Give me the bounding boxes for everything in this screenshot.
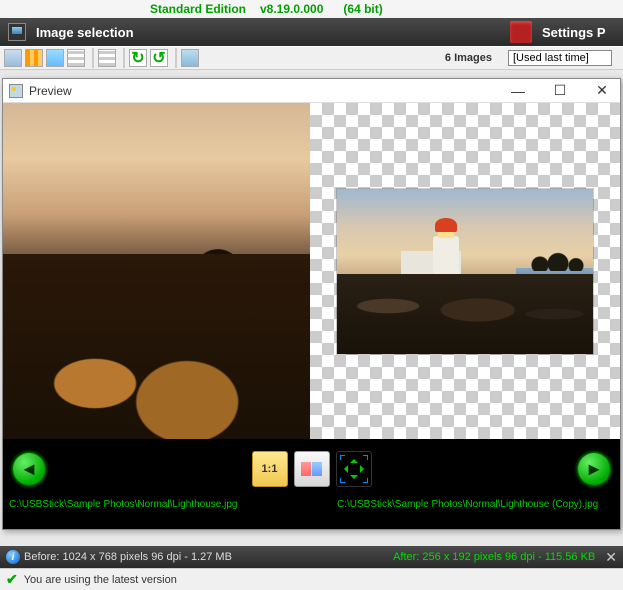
section-bar: Image selection Settings P [0, 18, 623, 46]
preview-after-pane[interactable] [310, 103, 620, 439]
maximize-button[interactable]: ☐ [548, 82, 572, 100]
toolbar-separator [175, 48, 177, 68]
view-thumb-button[interactable] [46, 49, 64, 67]
preview-window: Preview ― ☐ ✕ [2, 78, 621, 530]
info-bar: i Before: 1024 x 768 pixels 96 dpi - 1.2… [0, 546, 623, 568]
before-path: C:\USBStick\Sample Photos\Normal\Lightho… [9, 499, 337, 510]
zoom-1to1-button[interactable]: 1:1 [252, 451, 288, 487]
status-bar: ✔ You are using the latest version [0, 568, 623, 590]
toolbar-separator [123, 48, 125, 68]
settings-icon [510, 21, 532, 43]
preview-body [3, 103, 620, 439]
preview-before-pane[interactable] [3, 103, 310, 439]
image-count-label: 6 Images [445, 52, 492, 64]
preset-dropdown[interactable]: [Used last time] [508, 50, 612, 66]
fullscreen-button[interactable] [336, 451, 372, 487]
arrow-left-icon: ◄ [20, 459, 38, 480]
bits-label: (64 bit) [343, 2, 382, 16]
minimize-button[interactable]: ― [506, 82, 530, 100]
info-close-button[interactable]: ✕ [605, 549, 617, 566]
before-info: Before: 1024 x 768 pixels 96 dpi - 1.27 … [24, 551, 232, 563]
image-selection-icon [8, 23, 26, 41]
refresh-button[interactable]: ↻ [129, 49, 147, 67]
toolbar: ↻ ↺ 6 Images [Used last time] [0, 46, 623, 70]
info-icon: i [6, 550, 20, 564]
undo-icon: ↺ [152, 48, 165, 68]
status-message: You are using the latest version [24, 574, 177, 586]
version-label: v8.19.0.000 [260, 2, 323, 16]
check-icon: ✔ [6, 571, 18, 588]
close-button[interactable]: ✕ [590, 82, 614, 100]
preview-titlebar[interactable]: Preview ― ☐ ✕ [3, 79, 620, 103]
preview-controls: ◄ 1:1 ► [3, 439, 620, 499]
preview-title: Preview [29, 84, 72, 98]
zoom-button[interactable] [181, 49, 199, 67]
edition-label: Standard Edition [150, 2, 246, 16]
after-info: After: 256 x 192 pixels 96 dpi - 115.56 … [393, 551, 595, 563]
ratio-label: 1:1 [262, 463, 278, 475]
prev-image-button[interactable]: ◄ [13, 453, 45, 485]
refresh-icon: ↻ [131, 48, 144, 68]
undo-button[interactable]: ↺ [150, 49, 168, 67]
view-details-button[interactable] [98, 49, 116, 67]
preview-window-icon [9, 84, 23, 98]
view-grid-button[interactable] [25, 49, 43, 67]
before-image [3, 103, 310, 439]
view-list-button[interactable] [67, 49, 85, 67]
swap-icon [301, 462, 322, 476]
view-single-button[interactable] [4, 49, 22, 67]
next-image-button[interactable]: ► [578, 453, 610, 485]
file-paths: C:\USBStick\Sample Photos\Normal\Lightho… [3, 499, 620, 529]
after-image [337, 189, 593, 354]
settings-title: Settings P [542, 25, 606, 40]
expand-icon [340, 455, 368, 483]
compare-swap-button[interactable] [294, 451, 330, 487]
toolbar-separator [92, 48, 94, 68]
after-path: C:\USBStick\Sample Photos\Normal\Lightho… [337, 499, 614, 510]
image-selection-title: Image selection [36, 25, 134, 40]
arrow-right-icon: ► [585, 459, 603, 480]
app-header: Standard Edition v8.19.0.000 (64 bit) [0, 0, 623, 18]
